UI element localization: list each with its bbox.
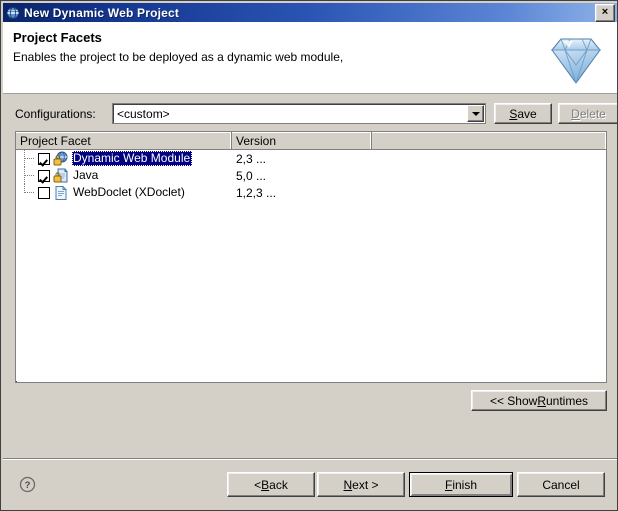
window-title: New Dynamic Web Project (24, 5, 180, 20)
table-body: Dynamic Web Module 2,3 ... Java 5,0 ... … (16, 150, 606, 381)
next-mnemonic: N (343, 477, 353, 492)
save-button[interactable]: Save (494, 103, 552, 124)
diamond-gem-icon (543, 25, 609, 91)
document-icon (53, 185, 69, 201)
title-bar[interactable]: New Dynamic Web Project × (3, 3, 617, 22)
next-button[interactable]: Next > (317, 472, 405, 497)
project-facets-table[interactable]: Project Facet Version Dynamic Web Module… (15, 131, 607, 383)
column-header-spacer[interactable] (372, 132, 606, 149)
cancel-label: Cancel (542, 477, 580, 492)
table-row[interactable]: Dynamic Web Module 2,3 ... (16, 150, 606, 167)
facet-name-cell: Dynamic Web Module (16, 150, 232, 167)
tree-guide-line (20, 150, 38, 167)
runtimes-mnemonic: R (537, 393, 546, 408)
configurations-combobox[interactable]: <custom> (112, 103, 486, 124)
wizard-header: Project Facets Enables the project to be… (3, 22, 617, 94)
finish-mnemonic: F (444, 477, 453, 492)
configurations-row: Configurations: <custom> Save Delete (15, 103, 617, 125)
page-description: Enables the project to be deployed as a … (13, 50, 344, 64)
facet-name-label: WebDoclet (XDoclet) (73, 185, 185, 199)
next-label-post: ext > (352, 477, 379, 492)
close-icon: × (601, 6, 609, 18)
triangle-down-glyph (471, 111, 480, 116)
delete-button[interactable]: Delete (558, 103, 617, 124)
delete-mnemonic: D (571, 106, 580, 121)
runtimes-label-pre: << Show (489, 393, 538, 408)
back-label-post: ack (269, 477, 288, 492)
facet-checkbox[interactable] (38, 152, 50, 165)
facet-name-label: Dynamic Web Module (72, 151, 193, 166)
table-row[interactable]: Java 5,0 ... (16, 167, 606, 184)
help-icon[interactable]: ? (19, 476, 36, 493)
facet-checkbox[interactable] (38, 169, 50, 182)
finish-button[interactable]: Finish (409, 472, 513, 497)
runtimes-label-post: untimes (546, 393, 589, 408)
table-row[interactable]: WebDoclet (XDoclet) 1,2,3 ... (16, 184, 606, 201)
facet-name-label: Java (73, 168, 99, 182)
configurations-selected-value: <custom> (117, 106, 170, 121)
configurations-label: Configurations: (15, 107, 96, 121)
facet-checkbox[interactable] (38, 186, 50, 199)
web-module-locked-icon (53, 151, 69, 167)
svg-text:?: ? (25, 480, 31, 491)
delete-label-post: elete (579, 106, 606, 121)
eclipse-globe-icon (6, 6, 20, 20)
column-header-project-facet[interactable]: Project Facet (16, 132, 232, 149)
facet-version-cell: 2,3 ... (236, 151, 267, 166)
facet-version-cell: 5,0 ... (236, 168, 267, 183)
back-label-pre: < (254, 477, 262, 492)
cancel-button[interactable]: Cancel (517, 472, 605, 497)
dialog-body: Configurations: <custom> Save Delete Pro… (3, 95, 617, 458)
facet-name-cell: WebDoclet (XDoclet) (16, 184, 232, 201)
java-locked-icon (53, 168, 69, 184)
close-button[interactable]: × (595, 3, 615, 22)
back-mnemonic: B (261, 477, 270, 492)
page-title: Project Facets (13, 30, 102, 45)
table-header-row: Project Facet Version (16, 132, 606, 150)
chevron-down-icon[interactable] (467, 105, 484, 122)
column-header-version[interactable]: Version (232, 132, 372, 149)
finish-label-post: inish (452, 477, 478, 492)
dialog-footer: ? < Back Next > Finish Cancel (3, 460, 617, 510)
show-runtimes-button[interactable]: << Show Runtimes (471, 390, 607, 411)
save-label-post: ave (517, 106, 537, 121)
tree-guide-line (20, 184, 38, 201)
new-dynamic-web-project-dialog: New Dynamic Web Project × Project Facets… (0, 0, 618, 511)
save-mnemonic: S (509, 106, 518, 121)
facet-name-cell: Java (16, 167, 232, 184)
tree-guide-line (20, 167, 38, 184)
back-button[interactable]: < Back (227, 472, 315, 497)
facet-version-cell: 1,2,3 ... (236, 185, 277, 200)
